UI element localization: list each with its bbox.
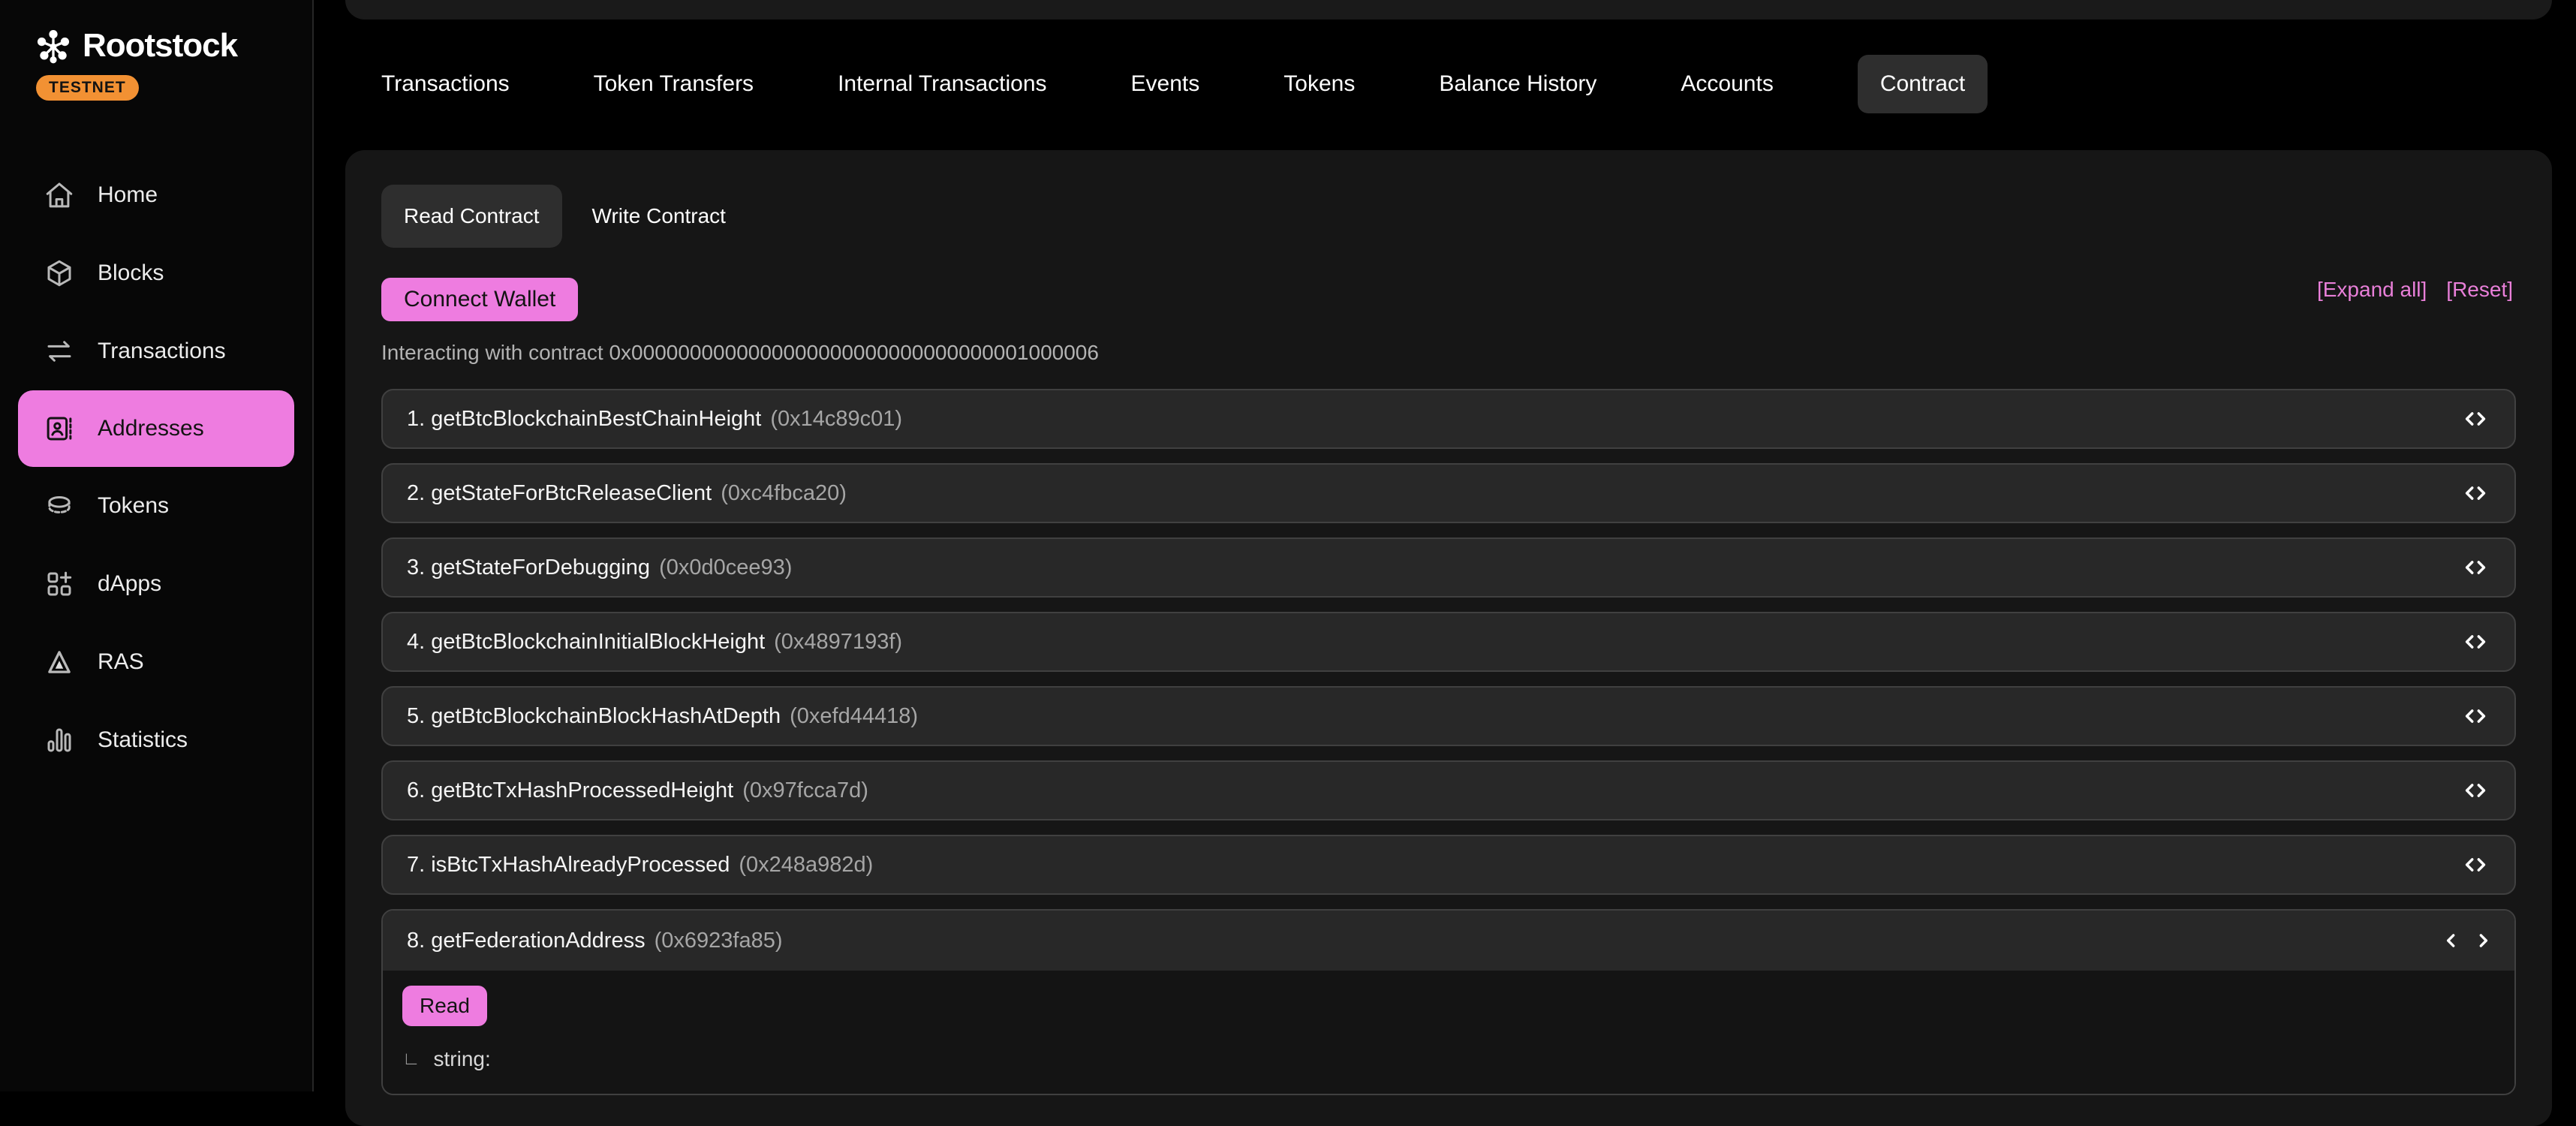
code-brackets-icon[interactable] bbox=[2460, 554, 2490, 581]
panel-links: [Expand all] [Reset] bbox=[2317, 278, 2513, 302]
grid-plus-icon bbox=[44, 568, 75, 600]
function-row-3[interactable]: 3. getStateForDebugging (0x0d0cee93) bbox=[381, 537, 2516, 598]
function-row-8-body: Read ∟ string: bbox=[383, 971, 2514, 1094]
function-selector: (0x248a982d) bbox=[739, 853, 873, 877]
function-row-8-expanded: 8. getFederationAddress (0x6923fa85) Read… bbox=[381, 909, 2516, 1095]
function-row-7[interactable]: 7. isBtcTxHashAlreadyProcessed (0x248a982… bbox=[381, 835, 2516, 895]
function-row-4[interactable]: 4. getBtcBlockchainInitialBlockHeight (0x… bbox=[381, 612, 2516, 672]
home-icon bbox=[44, 179, 75, 211]
function-name: 6. getBtcTxHashProcessedHeight bbox=[407, 778, 733, 802]
sidebar-item-label: Home bbox=[98, 182, 158, 208]
function-selector: (0x4897193f) bbox=[774, 630, 902, 654]
function-name: 5. getBtcBlockchainBlockHashAtDepth bbox=[407, 704, 781, 728]
bar-chart-icon bbox=[44, 724, 75, 756]
reset-link[interactable]: [Reset] bbox=[2446, 278, 2513, 302]
tab-token-transfers[interactable]: Token Transfers bbox=[594, 71, 754, 97]
sidebar-item-ras[interactable]: RAS bbox=[0, 623, 312, 701]
code-brackets-icon[interactable] bbox=[2460, 405, 2490, 432]
contract-panel: Read Contract Write Contract [Expand all… bbox=[345, 150, 2552, 1126]
code-brackets-icon[interactable] bbox=[2460, 703, 2490, 730]
sidebar-item-addresses[interactable]: Addresses bbox=[18, 390, 294, 467]
function-selector: (0x6923fa85) bbox=[655, 929, 783, 953]
contact-card-icon bbox=[44, 413, 75, 444]
code-brackets-icon[interactable] bbox=[2460, 851, 2490, 878]
sidebar-item-label: Addresses bbox=[98, 416, 204, 441]
sidebar-item-label: Transactions bbox=[98, 339, 226, 364]
swap-arrows-icon bbox=[44, 336, 75, 367]
rootstock-logo-icon bbox=[35, 27, 72, 65]
function-selector: (0xc4fbca20) bbox=[721, 481, 847, 505]
function-row-8-header[interactable]: 8. getFederationAddress (0x6923fa85) bbox=[383, 911, 2514, 971]
function-list: 1. getBtcBlockchainBestChainHeight (0x14c… bbox=[381, 389, 2516, 1095]
sidebar-item-label: RAS bbox=[98, 649, 144, 675]
function-selector: (0x0d0cee93) bbox=[659, 555, 792, 580]
tab-tokens[interactable]: Tokens bbox=[1283, 71, 1355, 97]
sidebar-item-label: dApps bbox=[98, 571, 161, 597]
read-button[interactable]: Read bbox=[402, 986, 487, 1026]
read-contract-tab[interactable]: Read Contract bbox=[381, 185, 562, 248]
function-selector: (0xefd44418) bbox=[790, 704, 918, 728]
function-name: 1. getBtcBlockchainBestChainHeight bbox=[407, 407, 761, 431]
write-contract-tab[interactable]: Write Contract bbox=[592, 204, 726, 228]
code-brackets-icon[interactable] bbox=[2460, 480, 2490, 507]
contract-mode-tabs: Read Contract Write Contract bbox=[381, 150, 2516, 248]
output-line: ∟ string: bbox=[402, 1047, 2495, 1071]
function-selector: (0x14c89c01) bbox=[770, 407, 902, 431]
tab-contract[interactable]: Contract bbox=[1858, 55, 1988, 113]
sidebar-item-statistics[interactable]: Statistics bbox=[0, 701, 312, 779]
content-area: Transactions Token Transfers Internal Tr… bbox=[315, 0, 2576, 1091]
output-corner-glyph: ∟ bbox=[402, 1049, 420, 1070]
function-name: 3. getStateForDebugging bbox=[407, 555, 650, 580]
code-brackets-icon[interactable] bbox=[2460, 628, 2490, 655]
function-row-1[interactable]: 1. getBtcBlockchainBestChainHeight (0x14c… bbox=[381, 389, 2516, 449]
sidebar-item-home[interactable]: Home bbox=[0, 156, 312, 234]
scrolled-card-edge bbox=[345, 0, 2552, 20]
tab-internal-transactions[interactable]: Internal Transactions bbox=[838, 71, 1046, 97]
network-badge: TESTNET bbox=[36, 75, 139, 101]
sidebar-item-blocks[interactable]: Blocks bbox=[0, 234, 312, 312]
function-name: 7. isBtcTxHashAlreadyProcessed bbox=[407, 853, 730, 877]
interacting-with-contract-text: Interacting with contract 0x000000000000… bbox=[381, 341, 2516, 365]
tab-accounts[interactable]: Accounts bbox=[1681, 71, 1773, 97]
sidebar-nav: Home Blocks Transactions Addresses bbox=[0, 156, 312, 779]
cube-icon bbox=[44, 257, 75, 289]
code-brackets-icon[interactable] bbox=[2460, 777, 2490, 804]
output-type-label: string: bbox=[434, 1047, 491, 1071]
expand-all-link[interactable]: [Expand all] bbox=[2317, 278, 2427, 302]
sidebar-item-dapps[interactable]: dApps bbox=[0, 545, 312, 623]
sidebar-item-label: Blocks bbox=[98, 260, 164, 286]
tab-balance-history[interactable]: Balance History bbox=[1439, 71, 1596, 97]
function-selector: (0x97fcca7d) bbox=[742, 778, 868, 802]
brand-logo[interactable]: Rootstock bbox=[0, 0, 312, 65]
detail-tabs: Transactions Token Transfers Internal Tr… bbox=[381, 54, 1988, 114]
tab-events[interactable]: Events bbox=[1131, 71, 1200, 97]
sidebar-item-tokens[interactable]: Tokens bbox=[0, 467, 312, 545]
sidebar-item-label: Tokens bbox=[98, 493, 169, 519]
function-name: 8. getFederationAddress bbox=[407, 929, 646, 953]
function-row-6[interactable]: 6. getBtcTxHashProcessedHeight (0x97fcca7… bbox=[381, 760, 2516, 820]
function-name: 4. getBtcBlockchainInitialBlockHeight bbox=[407, 630, 765, 654]
triangle-icon bbox=[44, 646, 75, 678]
tab-transactions[interactable]: Transactions bbox=[381, 71, 510, 97]
code-brackets-icon[interactable] bbox=[2444, 927, 2490, 954]
sidebar: Rootstock TESTNET Home Blocks Transactio… bbox=[0, 0, 314, 1091]
brand-name: Rootstock bbox=[83, 27, 237, 65]
sidebar-item-label: Statistics bbox=[98, 727, 188, 753]
connect-wallet-button[interactable]: Connect Wallet bbox=[381, 278, 578, 321]
function-row-2[interactable]: 2. getStateForBtcReleaseClient (0xc4fbca2… bbox=[381, 463, 2516, 523]
function-name: 2. getStateForBtcReleaseClient bbox=[407, 481, 712, 505]
sidebar-item-transactions[interactable]: Transactions bbox=[0, 312, 312, 390]
function-row-5[interactable]: 5. getBtcBlockchainBlockHashAtDepth (0xef… bbox=[381, 686, 2516, 746]
coin-icon bbox=[44, 490, 75, 522]
